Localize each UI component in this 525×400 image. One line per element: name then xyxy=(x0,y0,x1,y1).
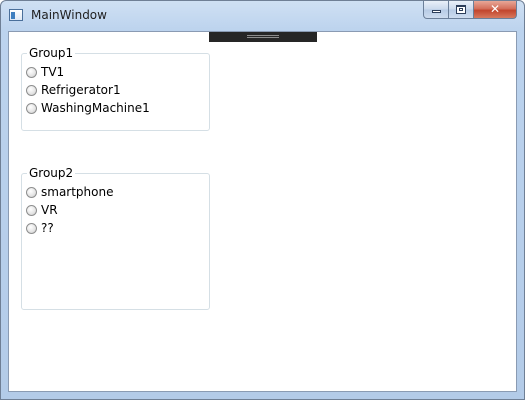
group-header: Group1 xyxy=(27,46,76,60)
group-box-1: Group1 TV1 Refrigerator1 WashingMachine1 xyxy=(21,46,210,131)
maximize-icon xyxy=(456,5,466,14)
client-area: Group1 TV1 Refrigerator1 WashingMachine1… xyxy=(8,31,517,392)
splitter-handle[interactable] xyxy=(209,32,317,42)
close-button[interactable]: ✕ xyxy=(474,1,517,19)
radio-list: TV1 Refrigerator1 WashingMachine1 xyxy=(26,63,150,117)
group-box-2: Group2 smartphone VR ?? xyxy=(21,166,210,310)
radio-label[interactable]: WashingMachine1 xyxy=(41,101,150,115)
group-header: Group2 xyxy=(27,166,76,180)
radio-button-tv1[interactable]: TV1 xyxy=(26,63,150,81)
radio-label[interactable]: TV1 xyxy=(41,65,64,79)
minimize-button[interactable] xyxy=(423,1,449,19)
app-window-icon[interactable] xyxy=(9,9,23,21)
radio-label[interactable]: smartphone xyxy=(41,185,114,199)
main-window: MainWindow ✕ Group1 TV1 Refrigerator1 Wa… xyxy=(0,0,525,400)
radio-button-smartphone[interactable]: smartphone xyxy=(26,183,114,201)
grip-icon xyxy=(247,35,279,38)
radio-button-vr[interactable]: VR xyxy=(26,201,114,219)
radio-button-refrigerator1[interactable]: Refrigerator1 xyxy=(26,81,150,99)
resize-border-bottom[interactable] xyxy=(1,392,524,399)
caption-buttons: ✕ xyxy=(423,1,517,21)
radio-label[interactable]: VR xyxy=(41,203,58,217)
radio-list: smartphone VR ?? xyxy=(26,183,114,237)
radio-label[interactable]: Refrigerator1 xyxy=(41,83,121,97)
close-icon: ✕ xyxy=(489,2,501,16)
radio-circle-icon[interactable] xyxy=(26,84,37,96)
title-bar[interactable]: MainWindow ✕ xyxy=(1,1,524,31)
radio-button-washingmachine1[interactable]: WashingMachine1 xyxy=(26,99,150,117)
minimize-icon xyxy=(432,10,441,13)
radio-circle-icon[interactable] xyxy=(26,222,37,234)
radio-circle-icon[interactable] xyxy=(26,204,37,216)
radio-circle-icon[interactable] xyxy=(26,66,37,78)
radio-circle-icon[interactable] xyxy=(26,186,37,198)
radio-button-unknown[interactable]: ?? xyxy=(26,219,114,237)
maximize-button[interactable] xyxy=(449,1,474,19)
radio-circle-icon[interactable] xyxy=(26,102,37,114)
radio-label[interactable]: ?? xyxy=(41,221,54,235)
window-title: MainWindow xyxy=(31,8,107,22)
